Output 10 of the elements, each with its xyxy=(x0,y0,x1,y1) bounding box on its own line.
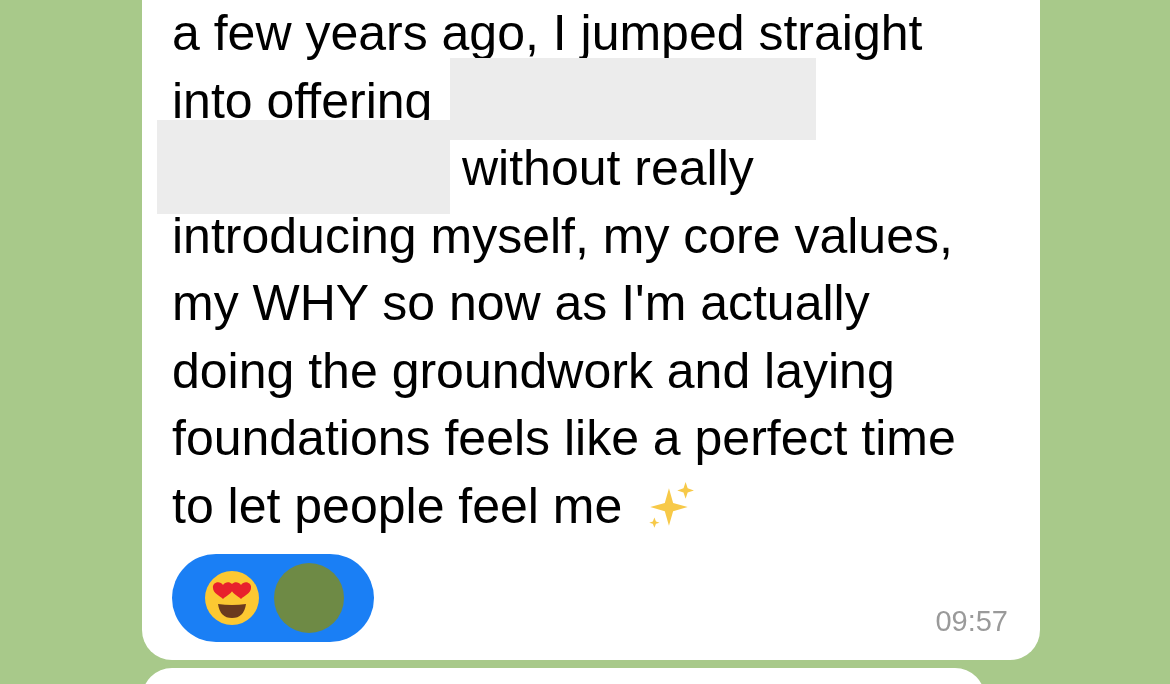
heart-eyes-emoji-icon xyxy=(204,570,260,626)
message-text: into offering xyxy=(172,71,433,131)
message-text: without really xyxy=(462,139,754,198)
message-text: a few years ago, I jumped straight xyxy=(172,4,923,63)
message-text: foundations feels like a perfect time xyxy=(172,409,956,468)
message-text: my WHY so now as I'm actually xyxy=(172,274,870,333)
message-text: to let people feel me xyxy=(172,476,623,536)
message-time: 09:57 xyxy=(935,605,1008,639)
message-text: introducing myself, my core values, xyxy=(172,206,953,266)
message-text: doing the groundwork and laying xyxy=(172,341,895,401)
